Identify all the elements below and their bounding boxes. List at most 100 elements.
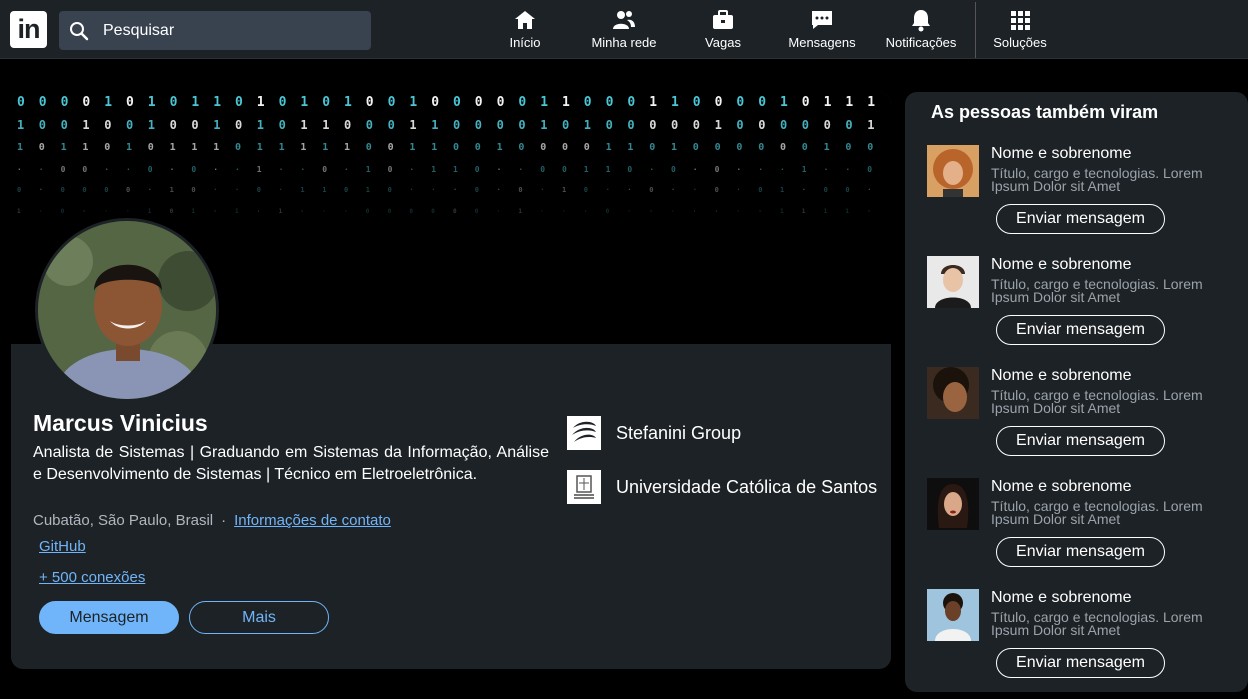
binary-digit: 0 xyxy=(475,95,483,110)
binary-digit: 0 xyxy=(715,186,719,194)
person-avatar[interactable] xyxy=(927,367,979,419)
binary-digit: 0 xyxy=(606,118,613,132)
binary-digit: · xyxy=(497,208,501,215)
binary-digit: 1 xyxy=(213,95,221,110)
binary-digit: · xyxy=(235,186,239,194)
binary-digit: · xyxy=(627,186,631,194)
binary-digit: 0 xyxy=(17,186,21,194)
binary-digit: 0 xyxy=(562,142,568,153)
send-message-button[interactable]: Enviar mensagem xyxy=(996,315,1165,345)
binary-digit: 0 xyxy=(409,208,413,215)
send-message-button[interactable]: Enviar mensagem xyxy=(996,204,1165,234)
more-button[interactable]: Mais xyxy=(189,601,329,634)
person-name[interactable]: Nome e sobrenome xyxy=(991,478,1132,496)
binary-digit: 0 xyxy=(366,208,370,215)
binary-digit: 0 xyxy=(475,165,480,174)
linkedin-logo[interactable]: in xyxy=(10,11,47,48)
binary-digit: · xyxy=(671,208,675,215)
nav-network[interactable]: Minha rede xyxy=(576,8,672,54)
person-avatar[interactable] xyxy=(927,478,979,530)
binary-digit: 1 xyxy=(344,142,350,153)
person-avatar[interactable] xyxy=(927,145,979,197)
connections-link[interactable]: + 500 conexões xyxy=(39,569,145,586)
person-name[interactable]: Nome e sobrenome xyxy=(991,256,1132,274)
profile-avatar[interactable] xyxy=(35,218,219,402)
binary-digit: 1 xyxy=(322,142,328,153)
nav-solutions[interactable]: Soluções xyxy=(972,8,1068,54)
binary-digit: 0 xyxy=(388,118,395,132)
org-unisantos[interactable]: Universidade Católica de Santos xyxy=(567,470,877,504)
person-photo-icon xyxy=(927,478,979,530)
send-message-button[interactable]: Enviar mensagem xyxy=(996,648,1165,678)
binary-digit: 0 xyxy=(82,186,86,194)
grid-icon xyxy=(1011,11,1030,30)
binary-digit: 0 xyxy=(475,118,482,132)
nav-notifications[interactable]: Notificações xyxy=(873,8,969,54)
binary-digit: 0 xyxy=(191,186,195,194)
nav-messages-label: Mensagens xyxy=(788,35,856,50)
org-stefanini[interactable]: Stefanini Group xyxy=(567,416,741,450)
binary-digit: 1 xyxy=(606,142,612,153)
binary-digit: 0 xyxy=(453,95,461,110)
nav-home[interactable]: Início xyxy=(477,8,573,54)
binary-digit: 1 xyxy=(518,208,522,215)
binary-digit: 0 xyxy=(322,95,330,110)
binary-digit: 0 xyxy=(584,186,588,194)
binary-digit: · xyxy=(213,186,217,194)
nav-jobs[interactable]: Vagas xyxy=(675,8,771,54)
binary-digit: 1 xyxy=(802,208,806,215)
binary-digit: · xyxy=(497,186,501,194)
binary-digit: 1 xyxy=(344,95,352,110)
person-avatar[interactable] xyxy=(927,589,979,641)
profile-location-row: Cubatão, São Paulo, Brasil · Informações d… xyxy=(33,512,391,529)
binary-digit: · xyxy=(802,186,806,194)
binary-digit: 0 xyxy=(191,118,198,132)
binary-digit: · xyxy=(39,208,43,215)
binary-digit: 0 xyxy=(497,95,505,110)
binary-digit: 0 xyxy=(431,208,435,215)
binary-digit: 1 xyxy=(649,95,657,110)
search-bar[interactable] xyxy=(59,11,371,50)
binary-digit: 0 xyxy=(148,165,153,174)
person-description: Título, cargo e tecnologias. Lorem Ipsum… xyxy=(991,609,1203,638)
binary-digit: 0 xyxy=(540,165,545,174)
contact-info-link[interactable]: Informações de contato xyxy=(234,512,391,529)
binary-digit: · xyxy=(693,165,698,174)
message-button[interactable]: Mensagem xyxy=(39,601,179,634)
person-card: Nome e sobrenome Título, cargo e tecnolo… xyxy=(927,367,1247,477)
binary-digit: 1 xyxy=(279,142,285,153)
binary-digit: 0 xyxy=(802,95,810,110)
binary-digit: 1 xyxy=(497,142,503,153)
binary-digit: 0 xyxy=(736,95,744,110)
binary-digit: 1 xyxy=(104,95,112,110)
binary-digit: 1 xyxy=(715,118,722,132)
search-input[interactable] xyxy=(101,20,355,41)
org-name: Universidade Católica de Santos xyxy=(616,476,878,497)
person-avatar[interactable] xyxy=(927,256,979,308)
send-message-button[interactable]: Enviar mensagem xyxy=(996,426,1165,456)
binary-digit: · xyxy=(649,165,654,174)
send-message-button[interactable]: Enviar mensagem xyxy=(996,537,1165,567)
binary-digit: 0 xyxy=(61,165,66,174)
binary-digit: · xyxy=(213,208,217,215)
binary-digit: · xyxy=(213,165,218,174)
binary-digit: · xyxy=(453,186,457,194)
github-link[interactable]: GitHub xyxy=(39,538,86,555)
binary-digit: 0 xyxy=(824,186,828,194)
binary-digit: 0 xyxy=(584,95,592,110)
binary-digit: 0 xyxy=(736,142,742,153)
binary-digit: 0 xyxy=(366,142,372,153)
person-name[interactable]: Nome e sobrenome xyxy=(991,145,1132,163)
binary-digit: 0 xyxy=(235,142,241,153)
binary-digit: · xyxy=(409,186,413,194)
person-name[interactable]: Nome e sobrenome xyxy=(991,589,1132,607)
nav-messages[interactable]: Mensagens xyxy=(774,8,870,54)
binary-digit: 0 xyxy=(366,118,373,132)
binary-digit: 1 xyxy=(431,165,436,174)
person-name[interactable]: Nome e sobrenome xyxy=(991,367,1132,385)
binary-digit: 1 xyxy=(671,142,677,153)
binary-digit: · xyxy=(104,165,109,174)
binary-digit: · xyxy=(82,208,86,215)
binary-digit: 0 xyxy=(104,186,108,194)
binary-digit: 0 xyxy=(715,95,723,110)
